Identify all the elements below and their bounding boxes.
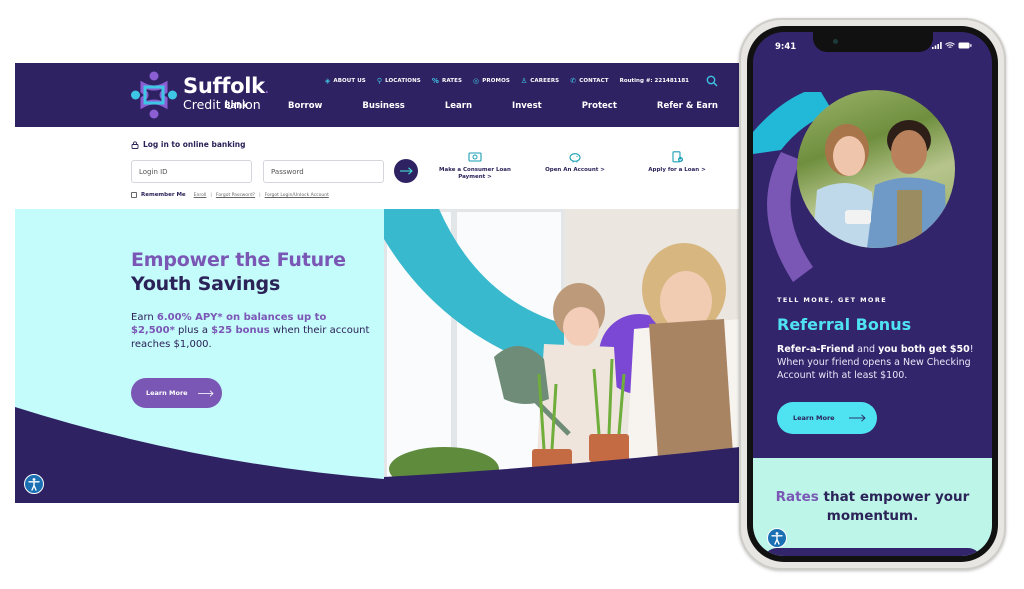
quick-link-open-account[interactable]: Open An Account > <box>525 151 625 174</box>
battery-icon <box>958 42 972 49</box>
hero-learn-more-button[interactable]: Learn More <box>131 378 222 408</box>
remember-me-label: Remember Me <box>141 192 186 198</box>
login-bar: Log in to online banking Remember Me Enr… <box>15 127 740 209</box>
tag-icon: ◎ <box>473 76 480 85</box>
hero-heading-line1: Empower the Future <box>131 249 346 271</box>
phone-mockup: 9:41 TELL MORE, GET MORE Referral Bonus … <box>739 18 1006 570</box>
nav-refer-earn[interactable]: Refer & Earn <box>617 101 718 111</box>
phone-bezel: 9:41 TELL MORE, GET MORE Referral Bonus … <box>747 26 998 562</box>
status-icons <box>932 42 972 49</box>
wifi-icon <box>945 42 955 48</box>
phone-icon: ✆ <box>570 76 577 85</box>
brand-name: Suffolk. <box>183 74 269 98</box>
accessibility-button[interactable] <box>767 528 787 548</box>
hero-banner: Empower the Future Youth Savings Earn 6.… <box>15 209 740 503</box>
password-input[interactable] <box>263 160 384 183</box>
referral-body: Refer-a-Friend and you both get $50! Whe… <box>777 344 974 381</box>
accessibility-icon <box>771 532 783 545</box>
rates-card-top <box>763 548 982 556</box>
diamond-icon: ◈ <box>324 76 331 85</box>
login-submit-button[interactable] <box>394 159 418 183</box>
arrow-right-icon <box>399 167 413 175</box>
main-nav: Bank Borrow Business Learn Invest Protec… <box>224 101 718 111</box>
forgot-password-link[interactable]: Forgot Password? <box>216 193 255 198</box>
login-id-input[interactable] <box>131 160 252 183</box>
hero-photo-illustration <box>384 209 740 503</box>
util-about-us[interactable]: ◈ ABOUT US <box>324 76 366 85</box>
referral-text-block: TELL MORE, GET MORE Referral Bonus Refer… <box>777 296 974 382</box>
util-locations[interactable]: ⚲ LOCATIONS <box>376 76 421 85</box>
nav-invest[interactable]: Invest <box>472 101 542 111</box>
arrow-right-icon <box>848 414 866 422</box>
phone-notch <box>812 32 933 52</box>
hero-body: Earn 6.00% APY* on balances up to $2,500… <box>131 311 370 350</box>
referral-kicker: TELL MORE, GET MORE <box>777 296 888 304</box>
enroll-link[interactable]: Enroll <box>194 193 207 198</box>
util-contact[interactable]: ✆ CONTACT <box>570 76 608 85</box>
referral-title: Referral Bonus <box>777 315 912 334</box>
util-careers[interactable]: ♙ CAREERS <box>520 76 559 85</box>
cash-icon <box>468 152 482 162</box>
phone-screen: 9:41 TELL MORE, GET MORE Referral Bonus … <box>753 32 992 556</box>
site-header: Suffolk. Credit Union ◈ ABOUT US ⚲ LOCATIO… <box>15 63 740 127</box>
camera <box>832 39 838 44</box>
logo-mark-icon <box>131 71 177 119</box>
document-check-icon <box>672 151 683 163</box>
util-rates[interactable]: % RATES <box>431 76 462 85</box>
separator: | <box>210 192 212 198</box>
arrow-right-icon <box>197 389 214 397</box>
search-icon[interactable] <box>706 75 718 87</box>
percent-icon: % <box>431 76 439 85</box>
routing-number: Routing #: 221481181 <box>619 78 689 84</box>
lock-icon <box>131 140 139 149</box>
rates-heading: Rates that empower your momentum. <box>775 489 970 524</box>
nav-learn[interactable]: Learn <box>405 101 472 111</box>
nav-business[interactable]: Business <box>322 101 404 111</box>
forgot-login-link[interactable]: Forgot Login/Unlock Account <box>265 193 329 198</box>
remember-row: Remember Me Enroll | Forgot Password? | … <box>131 192 329 198</box>
signal-icon <box>932 42 942 49</box>
quick-link-apply-loan[interactable]: Apply for a Loan > <box>627 151 727 174</box>
accessibility-button[interactable] <box>24 474 44 494</box>
utility-nav: ◈ ABOUT US ⚲ LOCATIONS % RATES ◎ PROMOS ♙ CAR… <box>325 75 718 87</box>
rates-section: Rates that empower your momentum. <box>753 458 992 556</box>
util-promos[interactable]: ◎ PROMOS <box>473 76 510 85</box>
remember-me-checkbox[interactable] <box>131 192 137 198</box>
piggy-bank-icon <box>569 153 581 163</box>
accessibility-icon <box>28 478 40 491</box>
hero-photo-grandmother-child-plants <box>384 209 740 503</box>
brand-logo[interactable]: Suffolk. Credit Union <box>131 71 269 119</box>
status-time: 9:41 <box>775 42 797 52</box>
separator: | <box>259 192 261 198</box>
nav-borrow[interactable]: Borrow <box>248 101 322 111</box>
hero-text-block: Empower the Future Youth Savings Earn 6.… <box>131 249 371 351</box>
login-title: Log in to online banking <box>131 140 246 149</box>
nav-protect[interactable]: Protect <box>542 101 617 111</box>
referral-photo-illustration <box>812 120 947 248</box>
quick-link-loan-payment[interactable]: Make a Consumer Loan Payment > <box>425 151 525 182</box>
referral-photo-friends <box>797 90 955 248</box>
nav-bank[interactable]: Bank <box>224 101 248 111</box>
hero-heading-line2: Youth Savings <box>131 272 281 295</box>
desktop-site-mockup: Suffolk. Credit Union ◈ ABOUT US ⚲ LOCATIO… <box>15 63 740 503</box>
person-icon: ♙ <box>520 76 528 85</box>
referral-learn-more-button[interactable]: Learn More <box>777 402 877 434</box>
location-pin-icon: ⚲ <box>376 76 383 85</box>
